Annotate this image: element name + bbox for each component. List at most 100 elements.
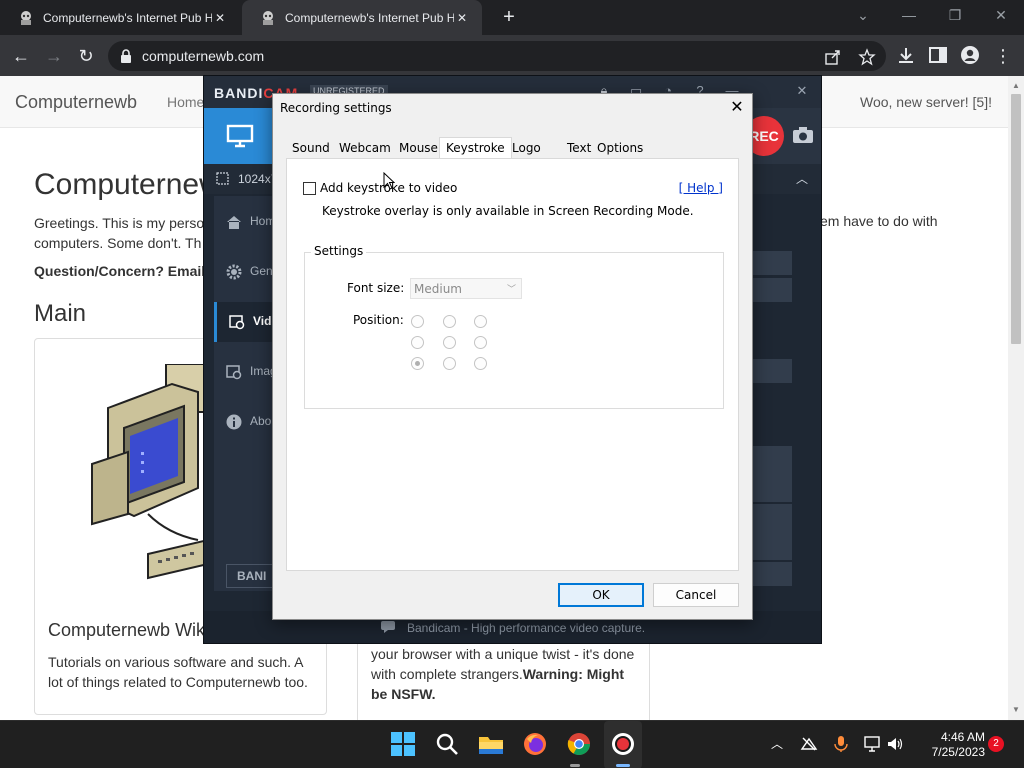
card-second-text: your browser with a unique twist - it's …: [371, 644, 641, 704]
tab-keystroke[interactable]: Keystroke: [439, 137, 512, 160]
video-settings-icon: [229, 315, 245, 330]
position-radio-top-right[interactable]: [474, 315, 487, 328]
browser-tab-active[interactable]: Computernewb's Internet Pub H ✕: [242, 0, 482, 35]
tab-sound[interactable]: Sound: [286, 139, 336, 159]
download-icon[interactable]: [896, 45, 916, 65]
position-radio-top-center[interactable]: [443, 315, 456, 328]
side-panel-icon[interactable]: [928, 45, 948, 65]
scroll-up-arrow-icon[interactable]: ▲: [1012, 82, 1020, 90]
minimize-button[interactable]: —: [886, 0, 932, 32]
microphone-icon[interactable]: [832, 735, 850, 753]
profile-avatar-icon[interactable]: [960, 45, 980, 65]
computernewb-favicon-icon: [18, 10, 34, 26]
select-area-icon[interactable]: [216, 172, 229, 185]
tab-close-icon[interactable]: ✕: [212, 10, 228, 26]
card-wiki-text: Tutorials on various software and such. …: [48, 654, 308, 690]
nav-announcement[interactable]: Woo, new server! [5]!: [860, 94, 992, 110]
sidebar-item-video[interactable]: Video: [214, 302, 285, 342]
lock-icon: [121, 49, 131, 63]
display-icon[interactable]: [864, 735, 882, 753]
bandicam-close-icon[interactable]: ✕: [794, 83, 810, 99]
share-icon[interactable]: [824, 48, 842, 66]
screen-mode-button[interactable]: [204, 108, 274, 164]
computernewb-favicon-icon: [260, 10, 276, 26]
font-size-label: Font size:: [347, 281, 405, 295]
chrome-icon: [567, 733, 590, 755]
show-hidden-icons-chevron-icon[interactable]: ︿: [768, 735, 786, 753]
tab-title: Computernewb's Internet Pub H: [43, 10, 212, 25]
tab-webcam[interactable]: Webcam: [333, 139, 397, 159]
back-button[interactable]: ←: [8, 43, 34, 69]
restore-button[interactable]: ❐: [932, 0, 978, 32]
ok-button[interactable]: OK: [558, 583, 644, 607]
tab-logo[interactable]: Logo: [506, 139, 547, 159]
browser-tab[interactable]: Computernewb's Internet Pub H ✕: [0, 0, 240, 35]
browser-toolbar: ← → ↻ computernewb.com ⋮: [0, 35, 1024, 76]
nav-link-home[interactable]: Home: [167, 94, 204, 110]
position-radio-bottom-left[interactable]: [411, 357, 424, 370]
windows-taskbar: ︿ 4:46 AM 7/25/2023 2: [0, 720, 1024, 768]
address-url: computernewb.com: [142, 48, 265, 64]
sidebar-item-general[interactable]: General: [214, 252, 293, 292]
clock-time: 4:46 AM: [940, 730, 985, 744]
bandicam-taskbar-button[interactable]: [604, 721, 642, 768]
scroll-down-arrow-icon[interactable]: ▼: [1012, 706, 1020, 714]
notification-badge[interactable]: 2: [988, 736, 1004, 752]
tab-close-icon[interactable]: ✕: [454, 10, 470, 26]
greeting-text-right: em have to do with: [820, 213, 938, 229]
card-wiki-title[interactable]: Computernewb Wiki: [48, 620, 209, 641]
bandicam-register-button[interactable]: BANI: [226, 564, 276, 588]
bookmark-star-icon[interactable]: [858, 48, 876, 66]
gear-icon: [226, 264, 242, 280]
site-brand[interactable]: Computernewb: [15, 92, 137, 113]
tab-search-chevron-icon[interactable]: ⌄: [840, 0, 886, 32]
position-radio-bottom-center[interactable]: [443, 357, 456, 370]
keystroke-tab-panel: Add keystroke to video [ Help ] Keystrok…: [286, 158, 739, 571]
scrollbar-thumb[interactable]: [1011, 94, 1021, 344]
close-window-button[interactable]: ✕: [978, 0, 1024, 32]
add-keystroke-checkbox[interactable]: [303, 182, 316, 195]
browser-menu-icon[interactable]: ⋮: [990, 43, 1016, 69]
cancel-button[interactable]: Cancel: [653, 583, 739, 607]
position-radio-middle-right[interactable]: [474, 336, 487, 349]
firefox-icon[interactable]: [522, 731, 548, 757]
address-bar[interactable]: computernewb.com: [108, 41, 886, 71]
running-indicator: [570, 764, 580, 767]
page-scrollbar[interactable]: ▲ ▼: [1008, 76, 1024, 720]
dialog-close-icon[interactable]: ✕: [728, 98, 746, 116]
position-radio-middle-left[interactable]: [411, 336, 424, 349]
forward-button[interactable]: →: [41, 43, 67, 69]
info-icon: [226, 414, 242, 430]
position-radio-top-left[interactable]: [411, 315, 424, 328]
image-settings-icon: [226, 365, 242, 380]
search-icon[interactable]: [434, 731, 460, 757]
bandicam-record-icon: [612, 733, 634, 755]
recording-settings-dialog: Recording settings ✕ Sound Webcam Mouse …: [272, 93, 753, 620]
sidebar-item-home[interactable]: Home: [214, 202, 282, 242]
screenshot-camera-icon[interactable]: [792, 126, 814, 144]
dialog-title: Recording settings: [280, 101, 392, 115]
font-size-value: Medium: [414, 282, 462, 296]
chrome-taskbar-button[interactable]: [562, 721, 596, 768]
file-explorer-icon[interactable]: [478, 731, 504, 757]
sidebar-item-about[interactable]: About: [214, 402, 281, 442]
network-disconnected-icon[interactable]: [800, 735, 818, 753]
volume-icon[interactable]: [886, 735, 904, 753]
sidebar-item-image[interactable]: Image: [214, 352, 283, 392]
position-radio-middle-center[interactable]: [443, 336, 456, 349]
new-tab-button[interactable]: +: [498, 6, 520, 28]
tab-options[interactable]: Options: [591, 139, 649, 159]
mouse-cursor-icon: [383, 172, 395, 190]
chat-bubble-icon: [381, 621, 395, 633]
windows-start-icon[interactable]: [390, 731, 416, 757]
help-link[interactable]: [ Help ]: [679, 181, 723, 195]
reload-button[interactable]: ↻: [73, 43, 99, 69]
tab-mouse[interactable]: Mouse: [393, 139, 444, 159]
retro-computer-image: [91, 364, 208, 580]
system-clock[interactable]: 4:46 AM 7/25/2023: [915, 730, 985, 760]
chevron-down-icon: ﹀: [506, 285, 516, 295]
bandicam-logo-main: BANDI: [214, 85, 264, 101]
font-size-select[interactable]: Medium ﹀: [410, 278, 522, 299]
position-radio-bottom-right[interactable]: [474, 357, 487, 370]
collapse-chevron-icon[interactable]: ︿: [796, 170, 808, 187]
